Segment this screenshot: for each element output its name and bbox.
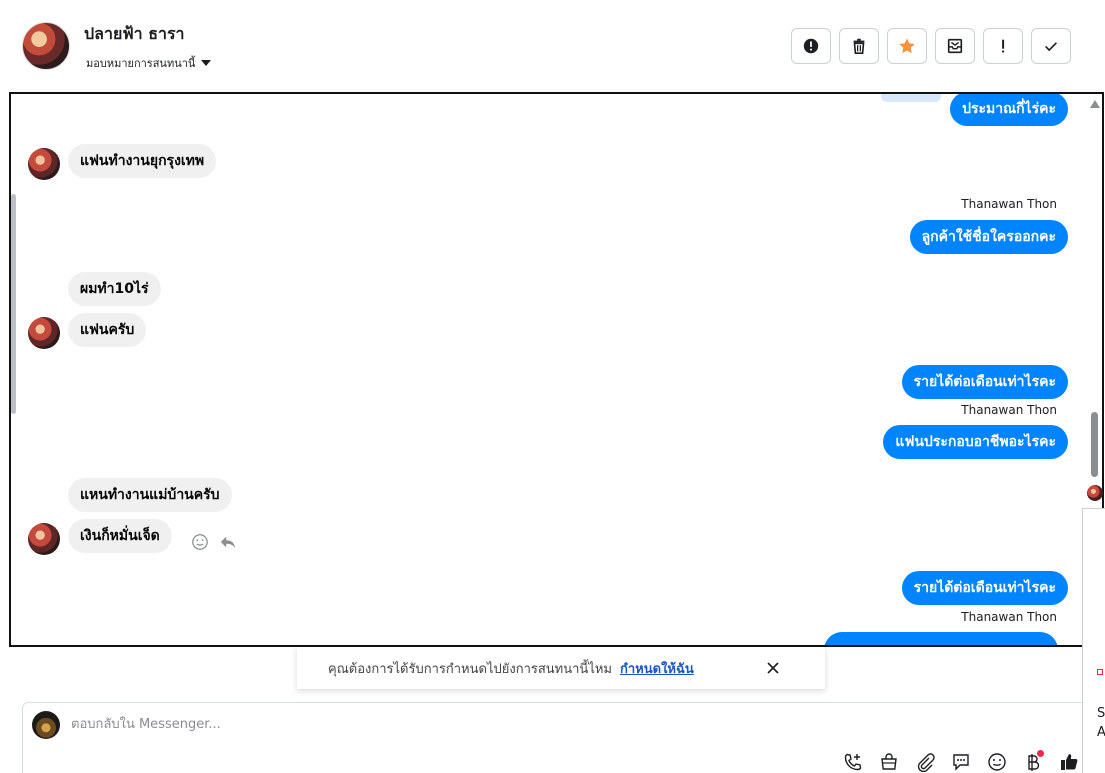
message-text: เงินก็หมั่นเจ็ด <box>68 519 172 553</box>
message-text: ประมาณกี่ไร่คะ <box>950 94 1068 126</box>
message-incoming[interactable]: แหนทำงานแม่บ้านครับ <box>68 478 232 512</box>
trash-icon <box>853 38 865 55</box>
sender-name: Thanawan Thon <box>961 197 1057 211</box>
sender-name: Thanawan Thon <box>961 403 1057 417</box>
side-text-1: S <box>1097 706 1105 721</box>
move-to-inbox-button[interactable] <box>935 28 975 64</box>
emoji-icon <box>987 752 1006 771</box>
composer-toolbar <box>841 750 1080 773</box>
sender-name: Thanawan Thon <box>961 610 1057 624</box>
thumbs-up-icon <box>1060 753 1077 770</box>
alert-circle-icon <box>803 38 819 54</box>
like-button[interactable] <box>1057 750 1080 773</box>
side-chat-avatar[interactable] <box>1087 485 1103 501</box>
message-text: แฟนทำงานยุกรุงเทพ <box>68 144 217 178</box>
exclamation-icon <box>1002 39 1005 53</box>
contact-avatar-small[interactable] <box>28 523 60 555</box>
report-spam-button[interactable] <box>791 28 831 64</box>
conversation-toolbar <box>791 28 1071 64</box>
message-text: รายได้ต่อเดือนเท่าไรคะ <box>901 571 1068 605</box>
message-actions <box>191 533 237 551</box>
attach-button[interactable] <box>913 750 936 773</box>
reply-icon[interactable] <box>219 533 237 551</box>
message-outgoing[interactable]: รายได้ต่อเดือนเท่าไรคะ <box>901 365 1068 399</box>
smiley-reaction-icon[interactable] <box>191 533 209 551</box>
message-outgoing[interactable]: แฟนประกอบอาชีพอะไรคะ <box>883 425 1068 459</box>
contact-avatar[interactable] <box>22 22 70 70</box>
star-button[interactable] <box>887 28 927 64</box>
message-text: ลูกค้าใช้ชื่อใครออกคะ <box>909 220 1068 254</box>
message-text: แฟนครับ <box>68 313 147 347</box>
side-text-2: A <box>1097 725 1105 740</box>
side-indicator-icon <box>1097 669 1103 675</box>
contact-name[interactable]: ปลายฟ้า ธารา <box>84 22 185 47</box>
message-thread[interactable]: ประมาณกี่ไร่คะ แฟนทำงานยุกรุงเทพ Thanawa… <box>9 92 1104 647</box>
saved-replies-button[interactable] <box>949 750 972 773</box>
message-outgoing[interactable]: รายได้ต่อเดือนเท่าไรคะ <box>901 571 1068 605</box>
notice-text: คุณต้องการได้รับการกำหนดไปยังการสนทนานี้… <box>328 661 612 677</box>
payment-button[interactable] <box>1021 750 1044 773</box>
reply-input[interactable] <box>71 713 871 735</box>
mark-done-button[interactable] <box>1031 28 1071 64</box>
call-button[interactable] <box>841 750 864 773</box>
inbox-icon <box>947 38 963 54</box>
message-text: แหนทำงานแม่บ้านครับ <box>68 478 232 512</box>
message-incoming[interactable]: แฟนครับ <box>68 313 147 347</box>
star-icon <box>899 38 915 54</box>
contact-avatar-small[interactable] <box>28 317 60 349</box>
scroll-up-arrow[interactable] <box>1090 100 1100 108</box>
assign-notice-banner: คุณต้องการได้รับการกำหนดไปยังการสนทนานี้… <box>297 647 825 689</box>
reply-composer <box>22 702 1092 773</box>
assign-to-me-link[interactable]: กำหนดให้ฉัน <box>620 658 694 679</box>
cut-off-message <box>824 632 1058 645</box>
cut-off-message <box>881 94 941 102</box>
message-text: ผมทำ10ไร่ <box>68 272 161 306</box>
close-icon[interactable] <box>765 660 781 676</box>
message-outgoing[interactable]: ประมาณกี่ไร่คะ <box>950 94 1068 126</box>
shopping-bag-icon <box>880 752 897 770</box>
notification-dot <box>1037 750 1044 757</box>
caret-down-icon <box>201 60 212 66</box>
messenger-conversation-page: ปลายฟ้า ธารา มอบหมายการสนทนานี้ ประมาณกี… <box>0 0 1105 773</box>
paperclip-icon <box>917 752 935 772</box>
conversation-header: ปลายฟ้า ธารา มอบหมายการสนทนานี้ <box>0 0 1090 92</box>
phone-plus-icon <box>844 753 861 770</box>
shop-button[interactable] <box>877 750 900 773</box>
chat-scrollbar-thumb[interactable] <box>1091 412 1098 477</box>
message-text: แฟนประกอบอาชีพอะไรคะ <box>883 425 1068 459</box>
message-text: รายได้ต่อเดือนเท่าไรคะ <box>901 365 1068 399</box>
message-incoming[interactable]: แฟนทำงานยุกรุงเทพ <box>68 144 217 178</box>
check-icon <box>1045 42 1057 52</box>
chat-bubble-icon <box>952 753 969 771</box>
message-incoming[interactable]: ผมทำ10ไร่ <box>68 272 161 306</box>
message-incoming[interactable]: เงินก็หมั่นเจ็ด <box>68 519 172 553</box>
emoji-button[interactable] <box>985 750 1008 773</box>
assign-conversation-dropdown[interactable]: มอบหมายการสนทนานี้ <box>86 54 212 72</box>
assign-label: มอบหมายการสนทนานี้ <box>86 57 196 70</box>
contact-avatar-small[interactable] <box>28 148 60 180</box>
message-outgoing[interactable]: ลูกค้าใช้ชื่อใครออกคะ <box>909 220 1068 254</box>
left-scrollbar[interactable] <box>11 194 16 414</box>
page-avatar <box>32 711 60 739</box>
delete-button[interactable] <box>839 28 879 64</box>
mark-follow-up-button[interactable] <box>983 28 1023 64</box>
